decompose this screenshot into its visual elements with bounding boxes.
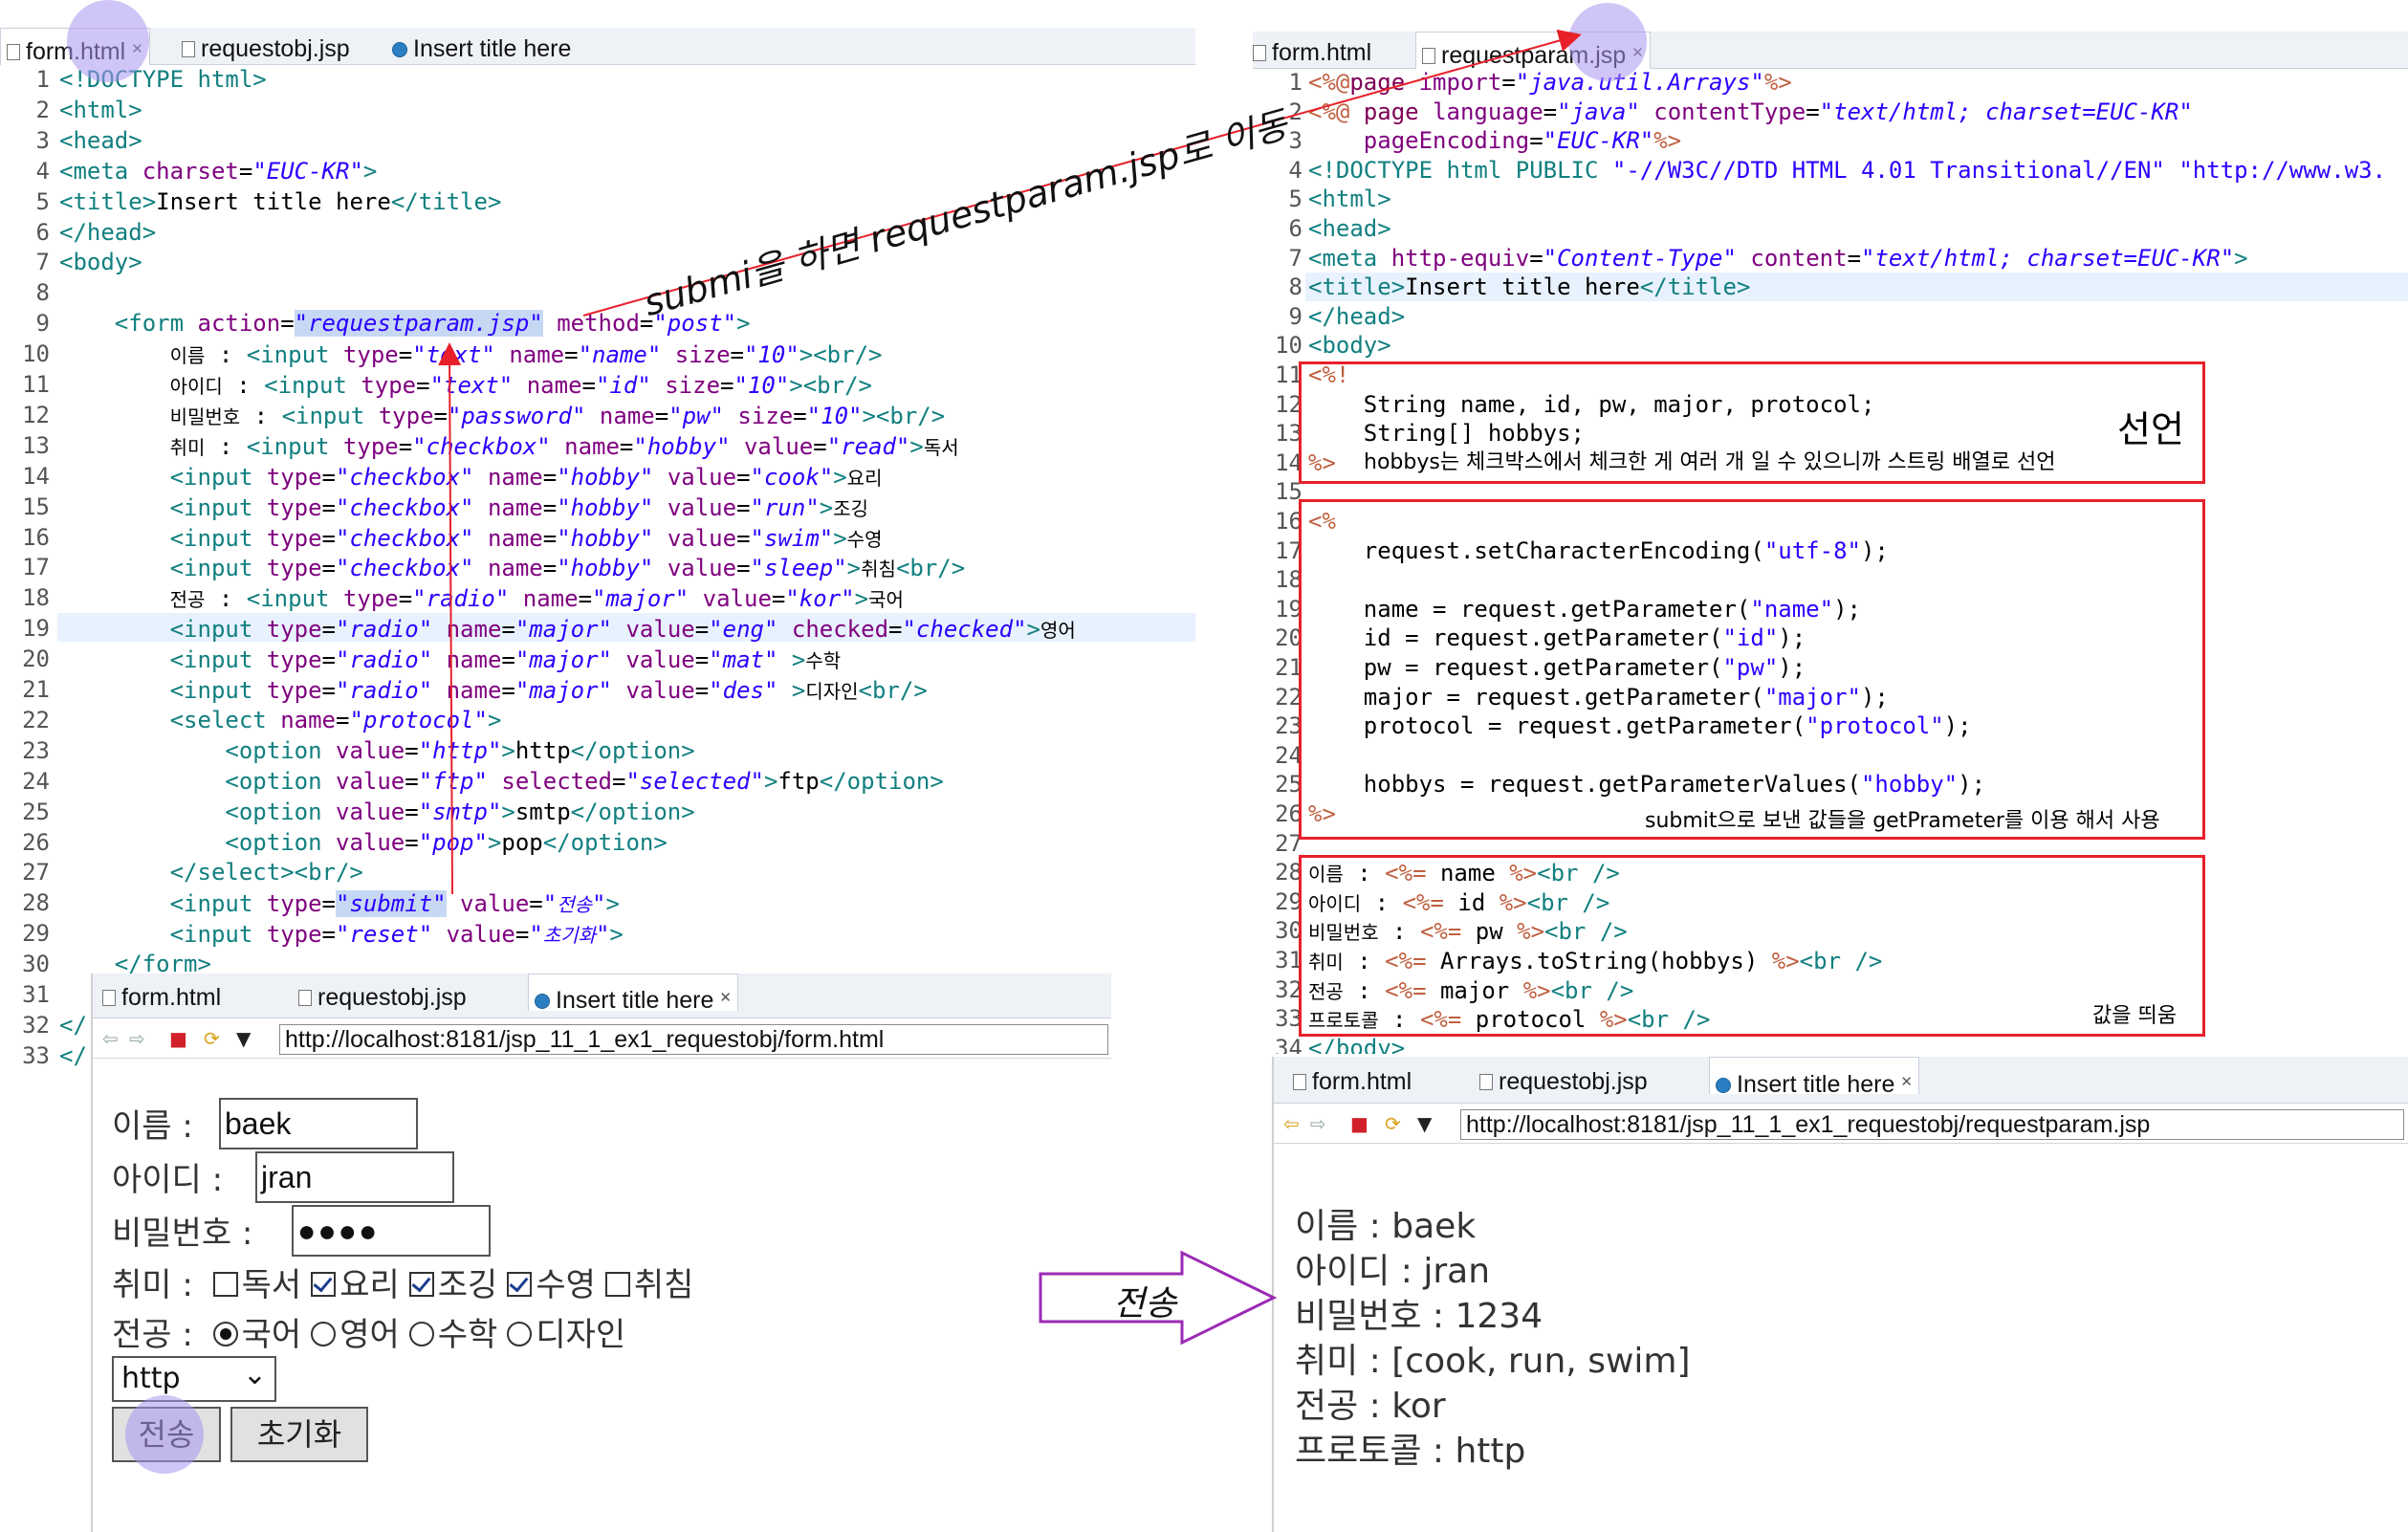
flow-arrows (438, 29, 1582, 1346)
submit-arrow (438, 342, 462, 895)
send-label: 전송 (1113, 1284, 1177, 1324)
